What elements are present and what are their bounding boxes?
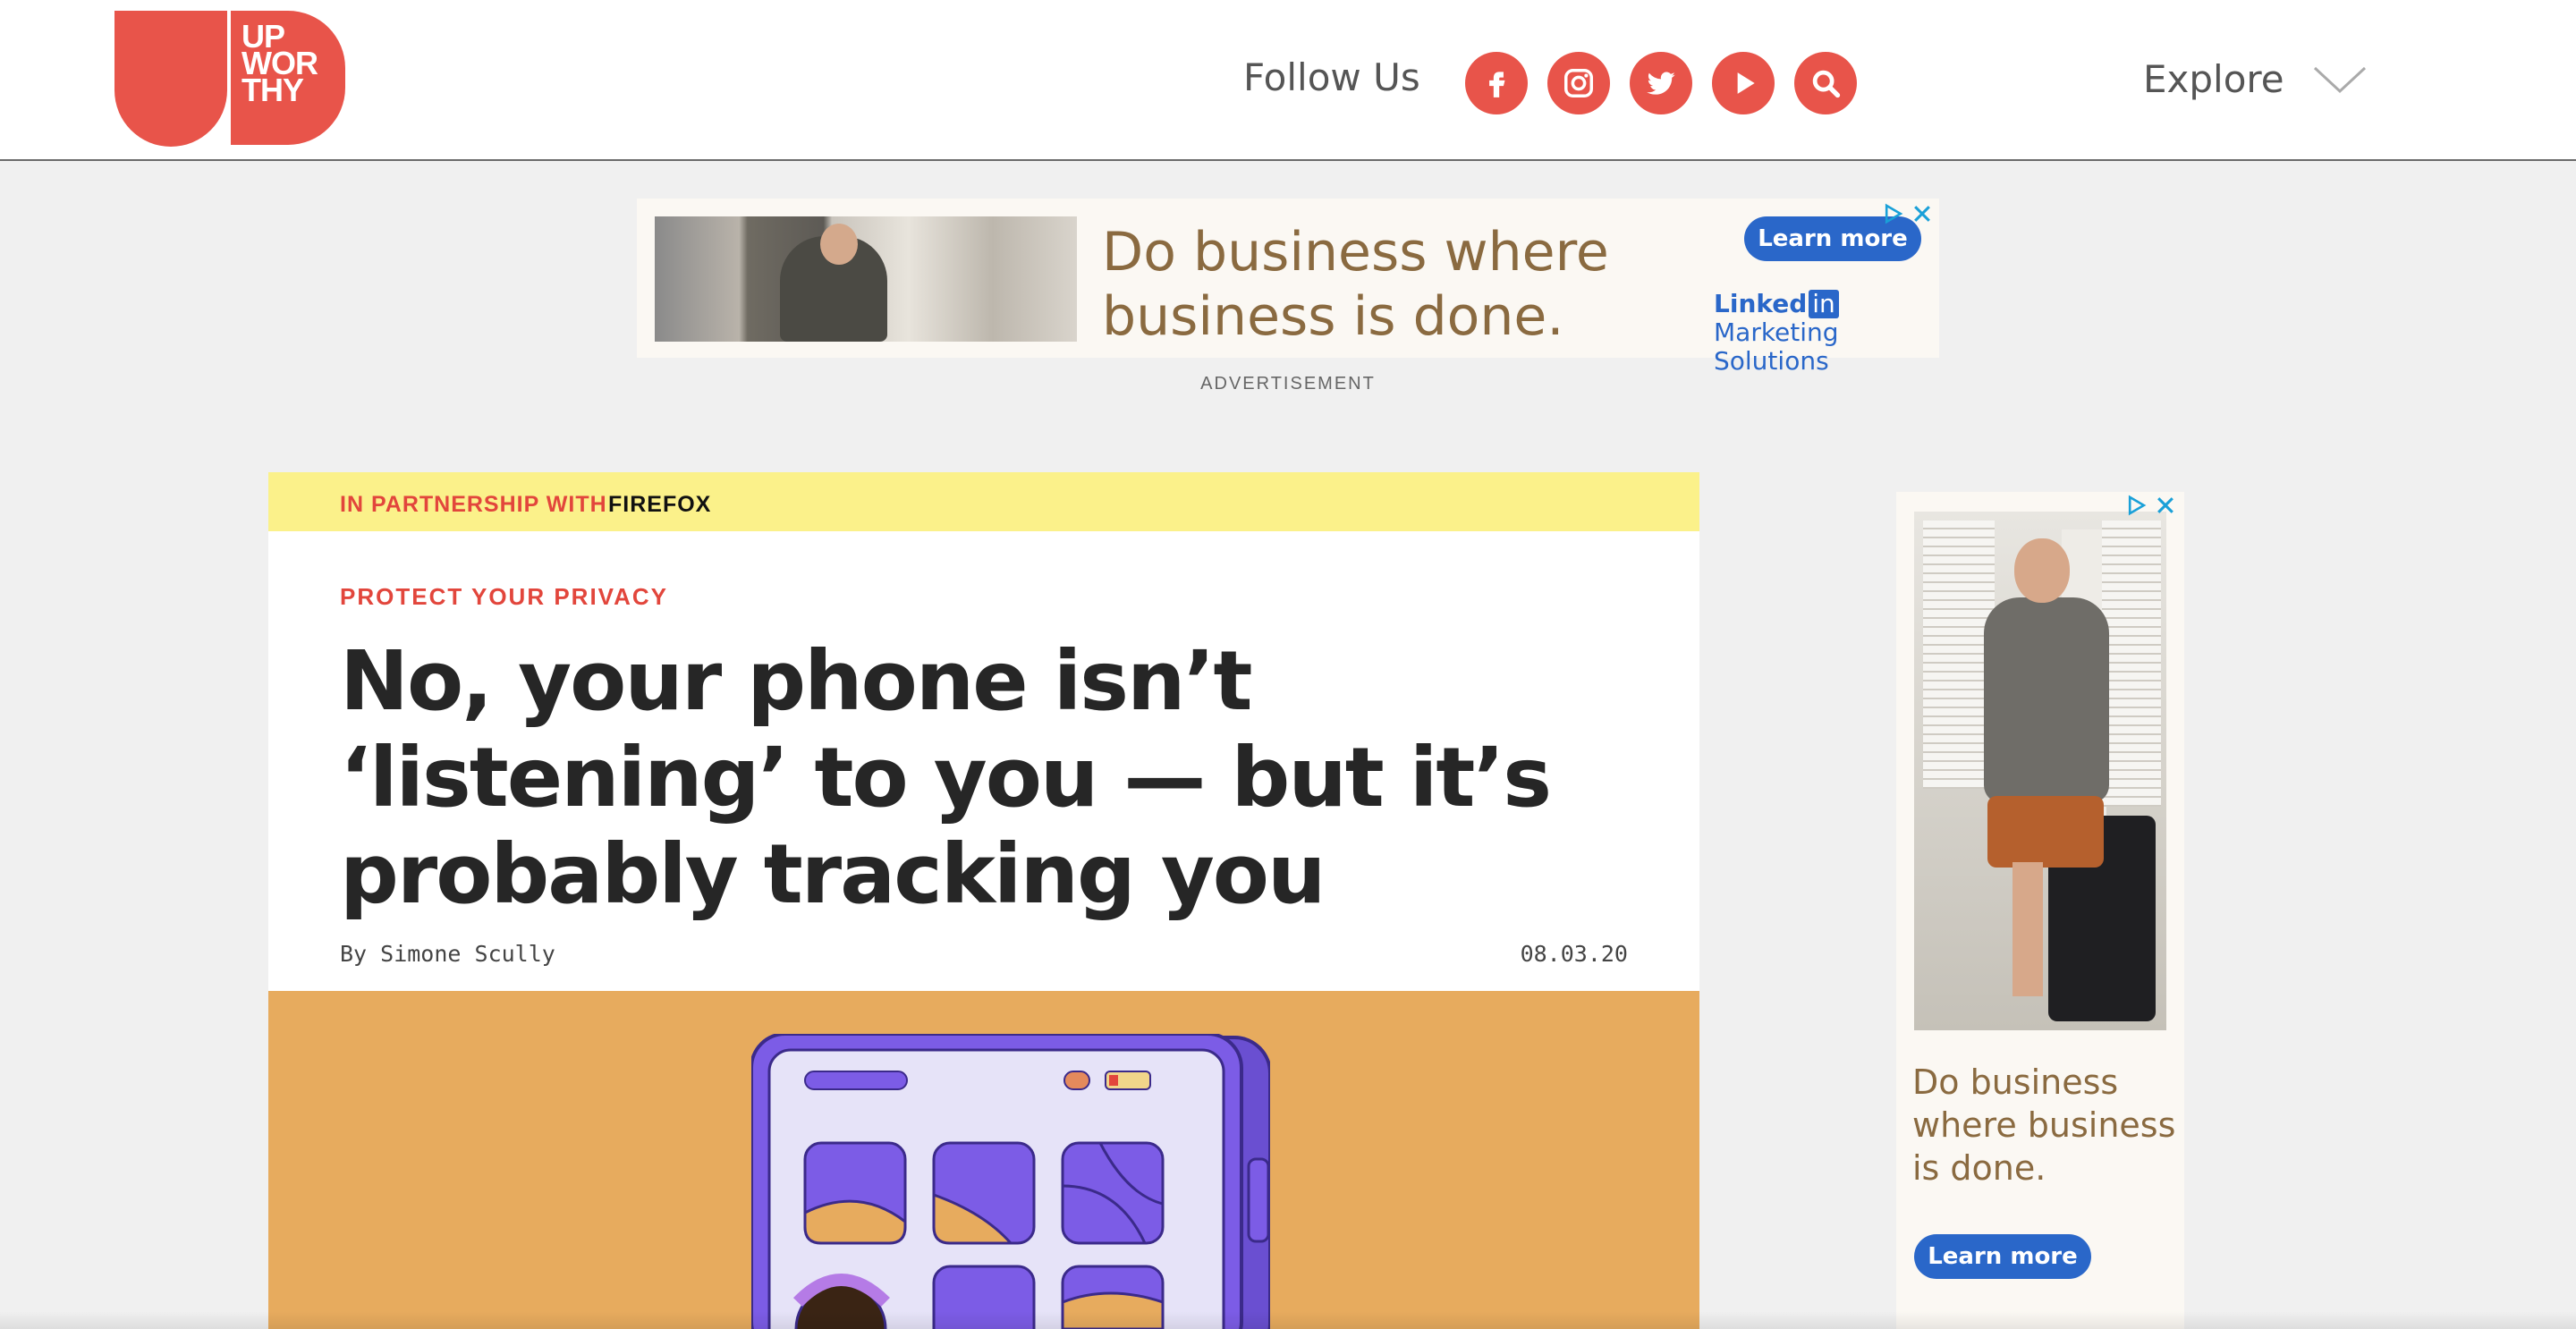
youtube-icon <box>1737 72 1755 94</box>
ad-headline-line: Do business where <box>1102 221 1609 284</box>
headline-line: ‘listening’ to you — but it’s <box>340 730 1552 825</box>
window-blinds <box>2102 521 2161 807</box>
close-ad-icon[interactable] <box>2154 494 2177 517</box>
ad-person-head <box>820 224 858 265</box>
follow-us-label: Follow Us <box>1243 55 1420 99</box>
adchoices-icon[interactable] <box>1882 202 1905 225</box>
search-button[interactable] <box>1794 52 1857 114</box>
adchoices-icon[interactable] <box>2125 494 2148 517</box>
article-category[interactable]: PROTECT YOUR PRIVACY <box>340 583 668 611</box>
explore-label: Explore <box>2143 57 2284 101</box>
close-ad-icon[interactable] <box>1911 202 1934 225</box>
ad-photo <box>655 216 1077 342</box>
article-card[interactable]: IN PARTNERSHIP WITH FIREFOX PROTECT YOUR… <box>268 472 1699 1329</box>
bottom-shadow <box>0 1311 2576 1329</box>
facebook-icon <box>1489 72 1505 97</box>
twitter-icon <box>1647 72 1675 95</box>
linkedin-subtitle: Marketing Solutions <box>1714 317 1839 376</box>
instagram-button[interactable] <box>1547 52 1610 114</box>
search-icon <box>1812 70 1841 98</box>
side-ad-headline-line: is done. <box>1912 1148 2046 1188</box>
site-header: UP WOR THY Follow Us Explore <box>0 0 2576 161</box>
facebook-button[interactable] <box>1465 52 1528 114</box>
article-date: 08.03.20 <box>1520 941 1628 967</box>
partnership-bar: IN PARTNERSHIP WITH FIREFOX <box>268 472 1699 531</box>
person-head <box>2014 538 2070 603</box>
article-headline[interactable]: No, your phone isn’t ‘listening’ to you … <box>340 633 1556 923</box>
side-ad-headline-line: where business <box>1912 1105 2176 1145</box>
youtube-button[interactable] <box>1712 52 1775 114</box>
top-banner-ad[interactable]: Do business where business is done. Lear… <box>637 199 1939 376</box>
hero-illustration <box>268 991 1699 1329</box>
article-byline[interactable]: By Simone Scully <box>340 941 555 967</box>
ad-headline-line: business is done. <box>1102 285 1564 348</box>
person-leg <box>2012 862 2043 996</box>
twitter-button[interactable] <box>1630 52 1692 114</box>
chevron-down-icon <box>2313 66 2366 93</box>
person-shorts <box>1987 796 2104 868</box>
partner-name[interactable]: FIREFOX <box>608 492 711 518</box>
side-ad-headline-line: Do business <box>1912 1062 2119 1102</box>
linkedin-badge: in <box>1809 290 1839 318</box>
logo-wordmark: UP WOR THY <box>242 21 318 106</box>
learn-more-button[interactable]: Learn more <box>1914 1234 2091 1279</box>
ad-headline: Do business where business is done. <box>1102 220 1609 349</box>
linkedin-wordmark: Linked <box>1714 289 1808 318</box>
partnership-prefix: IN PARTNERSHIP WITH <box>340 492 607 517</box>
headline-line: probably tracking you <box>340 826 1326 922</box>
side-ad-headline: Do business where business is done. <box>1912 1061 2181 1189</box>
person-torso <box>1984 597 2109 803</box>
side-ad-photo <box>1914 512 2166 1030</box>
headline-line: No, your phone isn’t <box>340 633 1252 729</box>
linkedin-logo: Linked in Marketing Solutions <box>1714 290 1939 376</box>
phone-illustration <box>751 1034 1270 1329</box>
upworthy-logo[interactable]: UP WOR THY <box>114 11 345 147</box>
instagram-icon <box>1564 69 1593 97</box>
advertisement-label: ADVERTISEMENT <box>1200 374 1376 394</box>
logo-u-shape <box>114 11 227 147</box>
explore-menu[interactable]: Explore <box>2143 57 2367 101</box>
sidebar-ad[interactable]: Do business where business is done. Lear… <box>1896 492 2184 1329</box>
